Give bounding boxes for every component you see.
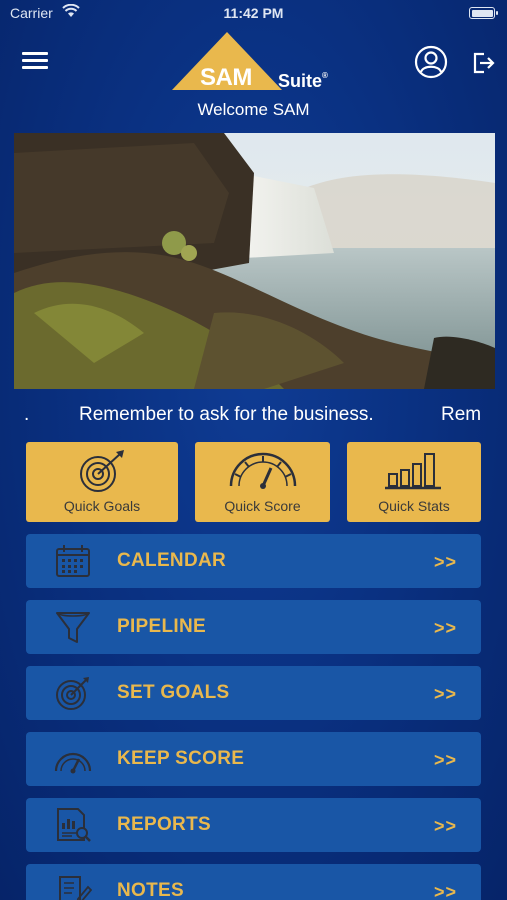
quick-stats-label: Quick Stats <box>378 498 450 514</box>
chevron-double-right-icon: >> <box>433 882 457 900</box>
logo-reg-mark: ® <box>322 71 328 80</box>
ticker-banner: . Remember to ask for the business. Rem <box>14 404 495 430</box>
nav-keep-score[interactable]: KEEP SCORE >> <box>26 732 481 786</box>
quick-score-label: Quick Score <box>224 498 301 514</box>
user-circle-icon <box>414 45 448 79</box>
logo-secondary-text: Suite® <box>278 71 328 92</box>
nav-reports-label: REPORTS <box>117 814 211 835</box>
bar-chart-icon <box>385 453 441 490</box>
funnel-icon <box>56 612 90 643</box>
ticker-message-repeat: Rem <box>441 404 482 425</box>
ticker-message: Remember to ask for the business. <box>79 404 374 425</box>
nav-pipeline-label: PIPELINE <box>117 616 206 637</box>
battery-icon <box>469 7 498 19</box>
chevron-double-right-icon: >> <box>433 618 457 638</box>
quick-goals-label: Quick Goals <box>63 498 141 514</box>
nav-keep-score-label: KEEP SCORE <box>117 748 245 769</box>
nav-reports[interactable]: REPORTS >> <box>26 798 481 852</box>
status-bar: Carrier 11:42 PM <box>0 0 507 28</box>
hero-image <box>14 133 495 389</box>
sam-suite-logo: SAM Suite® <box>170 30 345 92</box>
notes-icon <box>59 876 92 900</box>
chevron-double-right-icon: >> <box>433 684 457 704</box>
menu-button[interactable] <box>22 52 48 74</box>
calendar-icon <box>56 545 90 577</box>
chevron-double-right-icon: >> <box>433 816 457 836</box>
waterfall-landscape-photo <box>14 133 495 389</box>
logout-button[interactable] <box>470 50 496 76</box>
nav-set-goals[interactable]: SET GOALS >> <box>26 666 481 720</box>
report-icon <box>57 808 91 842</box>
logo-primary-text: SAM <box>200 64 252 91</box>
ticker-lead: . <box>24 404 30 425</box>
quick-stats-button[interactable]: Quick Stats <box>347 442 481 522</box>
nav-notes[interactable]: NOTES >> <box>26 864 481 900</box>
nav-notes-label: NOTES <box>117 880 184 900</box>
nav-set-goals-label: SET GOALS <box>117 682 230 703</box>
nav-calendar-label: CALENDAR <box>117 550 227 571</box>
welcome-text: Welcome SAM <box>197 100 310 119</box>
logo-suite-text: Suite <box>278 71 323 91</box>
target-icon <box>56 677 89 710</box>
gauge-icon <box>229 452 296 489</box>
target-icon <box>80 450 124 492</box>
nav-calendar[interactable]: CALENDAR >> <box>26 534 481 588</box>
quick-score-button[interactable]: Quick Score <box>195 442 330 522</box>
gauge-icon <box>54 752 92 774</box>
logout-icon <box>473 52 495 74</box>
hamburger-icon <box>22 52 48 55</box>
quick-goals-button[interactable]: Quick Goals <box>26 442 178 522</box>
profile-button[interactable] <box>414 45 448 79</box>
chevron-double-right-icon: >> <box>433 750 457 770</box>
clock-time: 11:42 PM <box>223 5 284 21</box>
chevron-double-right-icon: >> <box>433 552 457 572</box>
nav-pipeline[interactable]: PIPELINE >> <box>26 600 481 654</box>
